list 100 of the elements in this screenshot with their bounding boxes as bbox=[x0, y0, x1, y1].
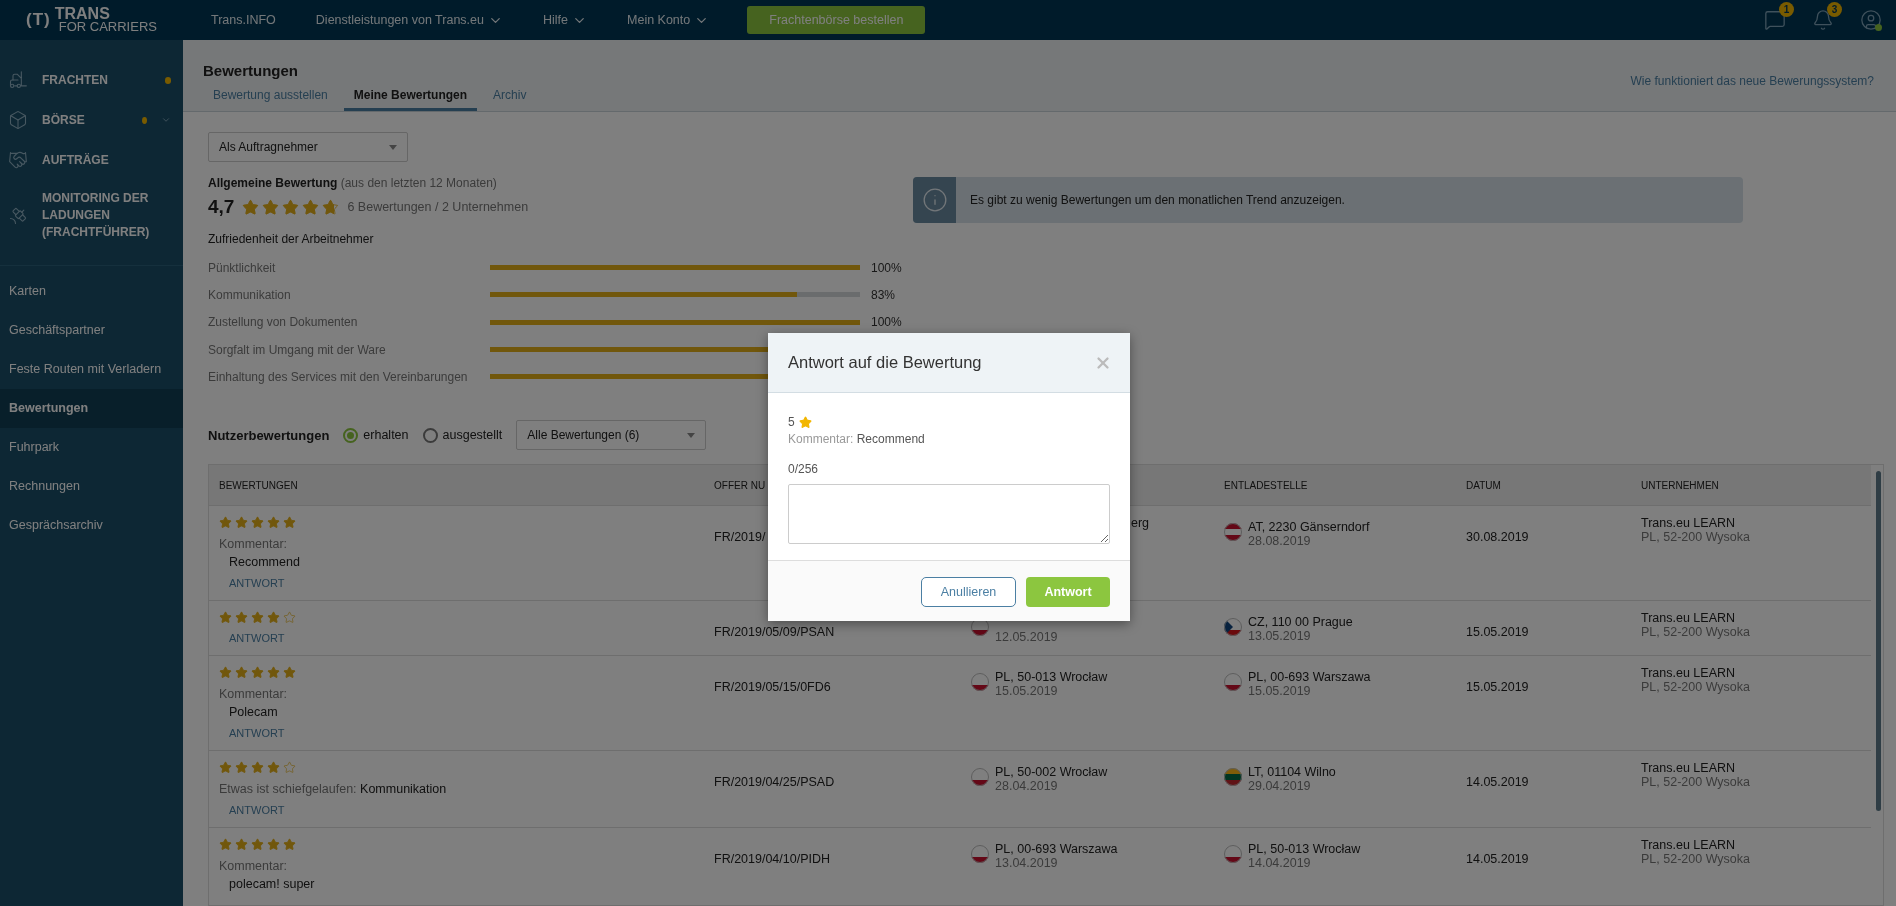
offer-number: FR/2019/05/09/PSAN bbox=[713, 624, 836, 642]
comment-text: Recommend bbox=[229, 555, 301, 570]
company-address: PL, 52-200 Wysoka bbox=[1641, 775, 1751, 790]
column-header: BEWERTUNGEN bbox=[218, 480, 299, 491]
star-icon bbox=[235, 838, 248, 852]
reply-link[interactable]: ANTWORT bbox=[229, 577, 704, 590]
tab[interactable]: Archiv bbox=[483, 88, 537, 111]
comment-text: Polecam bbox=[229, 705, 279, 720]
reply-field[interactable] bbox=[788, 484, 1110, 544]
place-text: erg bbox=[1130, 516, 1151, 531]
caret-icon bbox=[687, 433, 696, 438]
status-dot bbox=[141, 116, 147, 124]
nav-link[interactable]: Mein Konto bbox=[607, 12, 730, 28]
rating-count: 6 Bewertungen / 2 Unternehmen bbox=[347, 200, 529, 214]
sidebar-item[interactable]: Feste Routen mit Verladern bbox=[0, 350, 183, 389]
comment-text: Etwas ist schiefgelaufen: Kommunikation bbox=[219, 782, 448, 797]
sidebar-item[interactable]: Geschäftspartner bbox=[0, 311, 183, 350]
offer-number: FR/2019/ bbox=[713, 529, 767, 547]
info-icon bbox=[921, 187, 948, 213]
sidebar-item[interactable]: Bewertungen bbox=[0, 389, 183, 428]
reply-link[interactable]: ANTWORT bbox=[229, 632, 704, 645]
nav-link[interactable]: Hilfe bbox=[523, 12, 607, 28]
sidebar-module[interactable]: MONITORING DER LADUNGEN (FRACHTFÜHRER) bbox=[0, 180, 183, 251]
user-icon[interactable] bbox=[1860, 9, 1882, 31]
star-icon bbox=[283, 666, 296, 680]
role-select[interactable]: Als Auftragnehmer bbox=[208, 132, 408, 162]
forklift-icon bbox=[8, 70, 28, 90]
criterion-label: Einhaltung des Services mit den Vereinbarungen bbox=[208, 369, 469, 384]
reply-link[interactable]: ANTWORT bbox=[229, 804, 704, 817]
nav-link[interactable]: Trans.INFO bbox=[191, 13, 296, 27]
criterion-label: Sorgfalt im Umgang mit der Ware bbox=[208, 342, 387, 357]
sidebar-item[interactable]: Gesprächsarchiv bbox=[0, 506, 183, 545]
page-title: Bewertungen bbox=[203, 62, 298, 79]
star-icon bbox=[219, 611, 232, 625]
char-counter: 0/256 bbox=[788, 462, 820, 476]
place-text: PL, 50-013 Wrocław bbox=[1248, 842, 1361, 857]
sidebar-module[interactable]: AUFTRÄGE bbox=[0, 140, 183, 180]
place-text: PL, 50-013 Wrocław bbox=[995, 670, 1108, 685]
date-cell-text: 30.08.2019 bbox=[1465, 529, 1530, 547]
star-icon bbox=[219, 761, 232, 775]
place-date: 29.04.2019 bbox=[1248, 779, 1312, 794]
place-date: 28.08.2019 bbox=[1248, 534, 1312, 549]
section-title: Nutzerbewertungen bbox=[208, 428, 330, 443]
star-icon bbox=[251, 761, 264, 775]
company-address: PL, 52-200 Wysoka bbox=[1641, 530, 1751, 545]
satellite-icon bbox=[8, 205, 28, 226]
reply-button[interactable]: Antwort bbox=[1026, 577, 1110, 607]
bell-icon[interactable] bbox=[1812, 9, 1834, 31]
cancel-button[interactable]: Anullieren bbox=[921, 577, 1016, 607]
star-icon bbox=[242, 198, 260, 216]
company-address: PL, 52-200 Wysoka bbox=[1641, 852, 1751, 867]
dialog-title: Antwort auf die Bewertung bbox=[788, 353, 982, 372]
radio-option[interactable]: erhalten bbox=[343, 428, 409, 443]
comment-text: polecam! super bbox=[229, 877, 316, 892]
star-icon bbox=[282, 198, 300, 216]
sidebar-item[interactable]: Rechnungen bbox=[0, 467, 183, 506]
star-icon bbox=[235, 666, 248, 680]
place-date: 15.05.2019 bbox=[995, 684, 1059, 699]
sidebar-module[interactable]: FRACHTEN bbox=[0, 60, 183, 100]
tab[interactable]: Meine Bewertungen bbox=[343, 88, 478, 111]
info-text: Es gibt zu wenig Bewertungen um den monatlichen Trend anzuzeigen. bbox=[969, 193, 1345, 207]
chat-icon[interactable] bbox=[1764, 9, 1786, 31]
sidebar-item[interactable]: Fuhrpark bbox=[0, 428, 183, 467]
company-name: Trans.eu LEARN bbox=[1641, 761, 1737, 776]
date-cell-text: 14.05.2019 bbox=[1465, 851, 1530, 869]
star-icon bbox=[283, 761, 296, 775]
scrollbar[interactable] bbox=[1876, 471, 1881, 812]
reply-link[interactable]: ANTWORT bbox=[229, 727, 704, 740]
company-name: Trans.eu LEARN bbox=[1641, 611, 1737, 626]
place-text: CZ, 110 00 Prague bbox=[1248, 615, 1353, 630]
comment-text: Kommentar: Recommend bbox=[788, 432, 926, 446]
nav-link[interactable]: Dienstleistungen von Trans.eu bbox=[295, 12, 523, 28]
rating-value: 5 bbox=[788, 415, 795, 429]
criterion-label: Pünktlichkeit bbox=[208, 260, 277, 275]
star-icon bbox=[219, 516, 232, 530]
star-icon bbox=[283, 516, 296, 530]
star-icon bbox=[235, 516, 248, 530]
star-icon bbox=[262, 198, 280, 216]
help-link[interactable]: Wie funktioniert das neue Bewerungssystem? bbox=[1630, 74, 1874, 88]
score-value: 4,7 bbox=[208, 196, 235, 218]
place-text: AT, 2230 Gänserndorf bbox=[1248, 520, 1370, 535]
box-icon bbox=[8, 110, 28, 130]
offer-number: FR/2019/04/10/PIDH bbox=[713, 851, 832, 869]
offer-number: FR/2019/05/15/0FD6 bbox=[713, 679, 832, 697]
sidebar-module[interactable]: BÖRSE bbox=[0, 100, 183, 140]
star-icon bbox=[251, 611, 264, 625]
handshake-icon bbox=[8, 150, 28, 170]
sidebar-item[interactable]: Karten bbox=[0, 272, 183, 311]
place-text: LT, 01104 Wilno bbox=[1248, 765, 1336, 780]
star-icon bbox=[235, 611, 248, 625]
star-icon bbox=[283, 838, 296, 852]
radio-option[interactable]: ausgestellt bbox=[422, 428, 503, 443]
section-title: Zufriedenheit der Arbeitnehmer bbox=[208, 232, 375, 246]
star-icon bbox=[267, 516, 280, 530]
place-date: 13.05.2019 bbox=[1248, 629, 1312, 644]
filter-select[interactable]: Alle Bewertungen (6) bbox=[516, 420, 707, 451]
tab[interactable]: Bewertung ausstellen bbox=[203, 88, 338, 111]
company-name: Trans.eu LEARN bbox=[1641, 838, 1737, 853]
status-dot bbox=[164, 76, 171, 84]
star-icon bbox=[283, 611, 296, 625]
